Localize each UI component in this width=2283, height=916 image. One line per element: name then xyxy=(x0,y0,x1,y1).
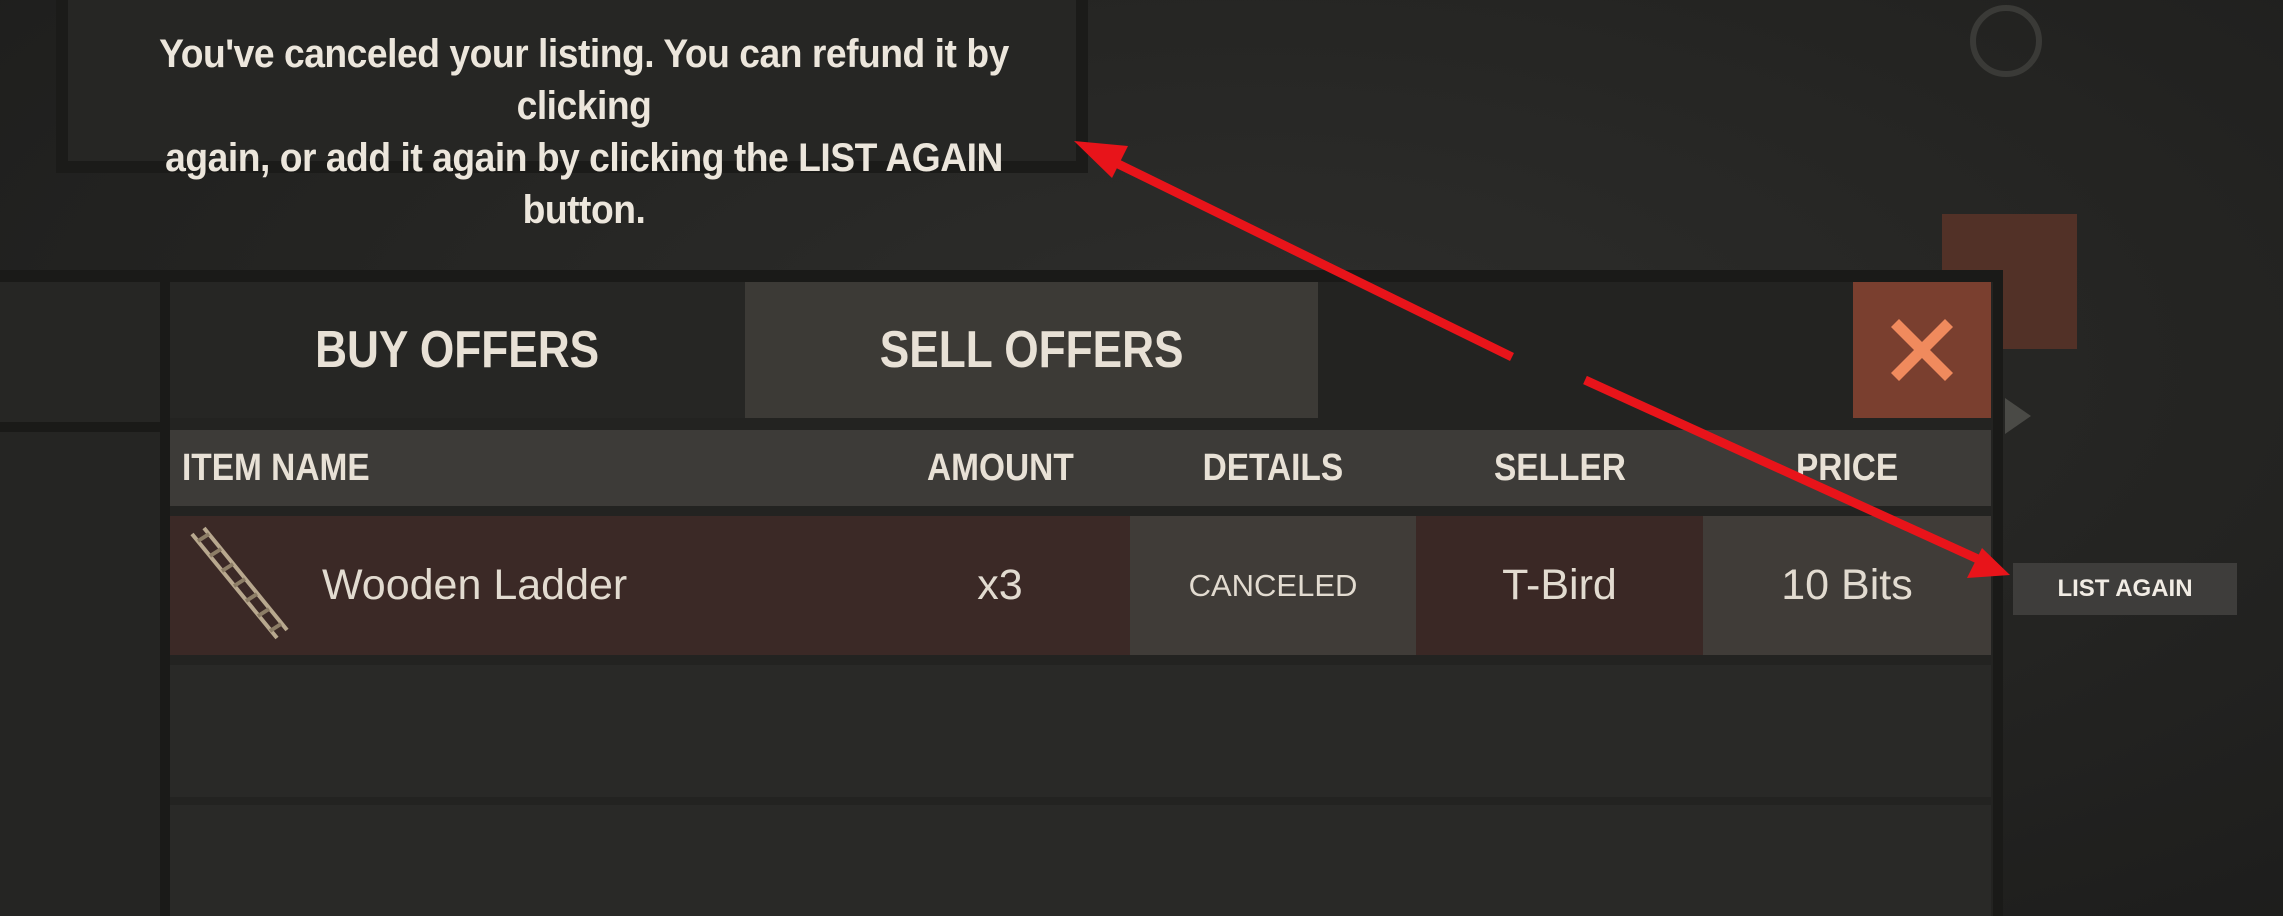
tab-buy-offers[interactable]: BUY OFFERS xyxy=(170,282,745,418)
column-header-price: PRICE xyxy=(1795,446,1899,489)
column-header-amount: AMOUNT xyxy=(926,446,1074,489)
column-header-seller: SELLER xyxy=(1493,446,1626,489)
table-header: ITEM NAME AMOUNT DETAILS SELLER PRICE xyxy=(170,430,1991,506)
tab-buy-offers-label: BUY OFFERS xyxy=(315,321,600,379)
tooltip-line-2: again, or add it again by clicking the L… xyxy=(165,136,1003,232)
details-label: CANCELED xyxy=(1188,567,1358,603)
tooltip-line-1: You've canceled your listing. You can re… xyxy=(159,32,1009,128)
status-canceled[interactable]: CANCELED xyxy=(1130,516,1416,655)
close-button[interactable] xyxy=(1853,282,1991,418)
item-seller: T-Bird xyxy=(1416,516,1703,655)
column-header-details: DETAILS xyxy=(1202,446,1344,489)
empty-row xyxy=(170,665,1991,797)
side-panel-top xyxy=(0,282,160,422)
side-panel xyxy=(0,432,160,916)
empty-row xyxy=(170,805,1991,916)
item-price: 10 Bits xyxy=(1703,516,1991,655)
tab-sell-offers-label: SELL OFFERS xyxy=(879,321,1184,379)
tab-sell-offers[interactable]: SELL OFFERS xyxy=(745,282,1318,418)
clock-icon xyxy=(1970,5,2042,77)
tooltip-text: You've canceled your listing. You can re… xyxy=(104,28,1064,236)
item-amount: x3 xyxy=(977,561,1023,609)
list-again-button[interactable]: LIST AGAIN xyxy=(2013,563,2237,615)
tooltip-box: You've canceled your listing. You can re… xyxy=(56,0,1088,232)
wooden-ladder-icon xyxy=(190,526,289,639)
close-icon xyxy=(1891,319,1953,381)
table-row[interactable]: Wooden Ladder x3 CANCELED T-Bird 10 Bits xyxy=(170,516,1991,655)
column-header-item-name: ITEM NAME xyxy=(182,446,370,489)
item-name: Wooden Ladder xyxy=(322,561,628,609)
play-icon xyxy=(2005,398,2031,434)
